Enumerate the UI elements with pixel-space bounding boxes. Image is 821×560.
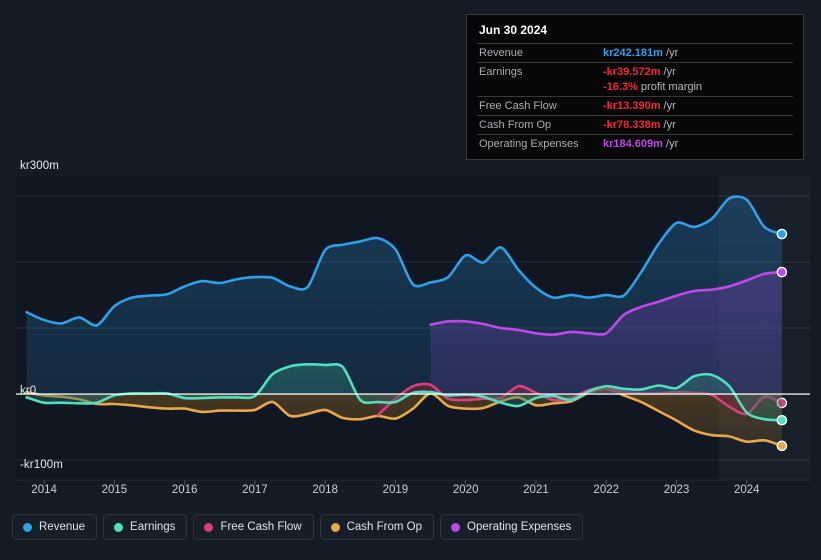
tooltip-row-value: -kr78.338m /yr bbox=[601, 116, 793, 135]
x-axis-label-2021: 2021 bbox=[523, 484, 549, 496]
tooltip-table: Revenue kr242.181m /yr Earnings -kr39.572m … bbox=[477, 43, 793, 153]
tooltip-value-unit: /yr bbox=[660, 66, 676, 78]
tooltip-date: Jun 30 2024 bbox=[479, 23, 548, 37]
tooltip-row-label: Earnings bbox=[479, 66, 523, 78]
tooltip-row-value: -16.3% profit margin bbox=[601, 81, 793, 97]
tooltip-row: Operating Expenses kr184.609m /yr bbox=[477, 134, 793, 154]
tooltip-value-unit: /yr bbox=[660, 100, 676, 112]
y-axis-label-top: kr300m bbox=[20, 160, 59, 172]
tooltip-value-unit: profit margin bbox=[637, 81, 703, 93]
y-axis-label-zero: kr0 bbox=[20, 385, 37, 397]
x-axis-label-2015: 2015 bbox=[101, 484, 128, 496]
tooltip-row-label: Cash From Op bbox=[479, 119, 552, 131]
tooltip-row: Free Cash Flow -kr13.390m /yr bbox=[477, 96, 793, 116]
legend-color-dot-icon bbox=[451, 522, 461, 532]
x-axis-label-2023: 2023 bbox=[663, 484, 690, 496]
tooltip-row: Earnings -kr39.572m /yr bbox=[477, 62, 793, 82]
legend-color-dot-icon bbox=[23, 522, 32, 532]
chart-tooltip: Jun 30 2024 Revenue kr242.181m /yr Earning… bbox=[466, 14, 804, 160]
x-axis-label-2024: 2024 bbox=[733, 484, 760, 496]
x-axis-label-2022: 2022 bbox=[593, 484, 620, 496]
tooltip-row: -16.3% profit margin bbox=[477, 81, 793, 97]
legend-item-label: Revenue bbox=[39, 521, 86, 533]
legend-color-dot-icon bbox=[114, 522, 124, 532]
x-axis-label-2019: 2019 bbox=[382, 484, 409, 496]
legend-item-operating-expenses[interactable]: Operating Expenses bbox=[440, 514, 584, 540]
tooltip-value-unit: /yr bbox=[662, 138, 679, 150]
tooltip-row: Revenue kr242.181m /yr bbox=[477, 43, 793, 63]
tooltip-value-unit: /yr bbox=[660, 119, 676, 131]
legend-item-cash-from-op[interactable]: Cash From Op bbox=[319, 514, 435, 540]
x-axis-label-2014: 2014 bbox=[31, 484, 57, 496]
series-endpoint-marker[interactable] bbox=[776, 414, 788, 426]
tooltip-row: Cash From Op -kr78.338m /yr bbox=[477, 115, 793, 135]
tooltip-row-label: Free Cash Flow bbox=[479, 100, 557, 112]
tooltip-row-value: -kr39.572m /yr bbox=[601, 63, 793, 82]
x-axis-label-2017: 2017 bbox=[242, 484, 268, 496]
legend-item-label: Operating Expenses bbox=[467, 521, 572, 533]
tooltip-value-number: -kr39.572m bbox=[603, 66, 661, 78]
series-endpoint-marker[interactable] bbox=[776, 266, 788, 278]
tooltip-value-number: kr184.609m bbox=[603, 138, 663, 150]
series-endpoint-marker[interactable] bbox=[776, 228, 788, 240]
legend-item-earnings[interactable]: Earnings bbox=[103, 514, 188, 540]
chart-legend[interactable]: Revenue Earnings Free Cash Flow Cash From O… bbox=[12, 514, 584, 540]
y-axis-label-bottom: -kr100m bbox=[20, 459, 63, 471]
financial-chart-page: kr300m kr0 -kr100m 2014 2015 2016 2017 2018 2… bbox=[0, 0, 821, 560]
tooltip-value-unit: /yr bbox=[662, 47, 679, 59]
tooltip-row-value: -kr13.390m /yr bbox=[601, 97, 793, 116]
tooltip-value-number: -kr13.390m bbox=[603, 100, 661, 112]
tooltip-value-number: -kr78.338m bbox=[603, 119, 661, 131]
legend-item-free-cash-flow[interactable]: Free Cash Flow bbox=[193, 514, 314, 540]
tooltip-row-label bbox=[477, 81, 601, 97]
tooltip-value-number: kr242.181m bbox=[603, 47, 663, 59]
legend-item-label: Earnings bbox=[130, 521, 176, 533]
series-endpoint-marker[interactable] bbox=[776, 440, 788, 452]
legend-item-label: Cash From Op bbox=[346, 521, 423, 533]
tooltip-row-value: kr242.181m /yr bbox=[601, 44, 793, 63]
x-axis-label-2020: 2020 bbox=[452, 484, 479, 496]
tooltip-row-value: kr184.609m /yr bbox=[601, 135, 793, 154]
legend-color-dot-icon bbox=[204, 522, 214, 532]
legend-item-label: Free Cash Flow bbox=[220, 521, 302, 533]
tooltip-value-number: -16.3% bbox=[603, 81, 638, 93]
tooltip-row-label: Operating Expenses bbox=[479, 138, 579, 150]
x-axis-label-2016: 2016 bbox=[171, 484, 198, 496]
legend-item-revenue[interactable]: Revenue bbox=[12, 514, 98, 540]
x-axis-label-2018: 2018 bbox=[312, 484, 338, 496]
legend-color-dot-icon bbox=[330, 522, 340, 532]
tooltip-row-label: Revenue bbox=[479, 47, 524, 59]
